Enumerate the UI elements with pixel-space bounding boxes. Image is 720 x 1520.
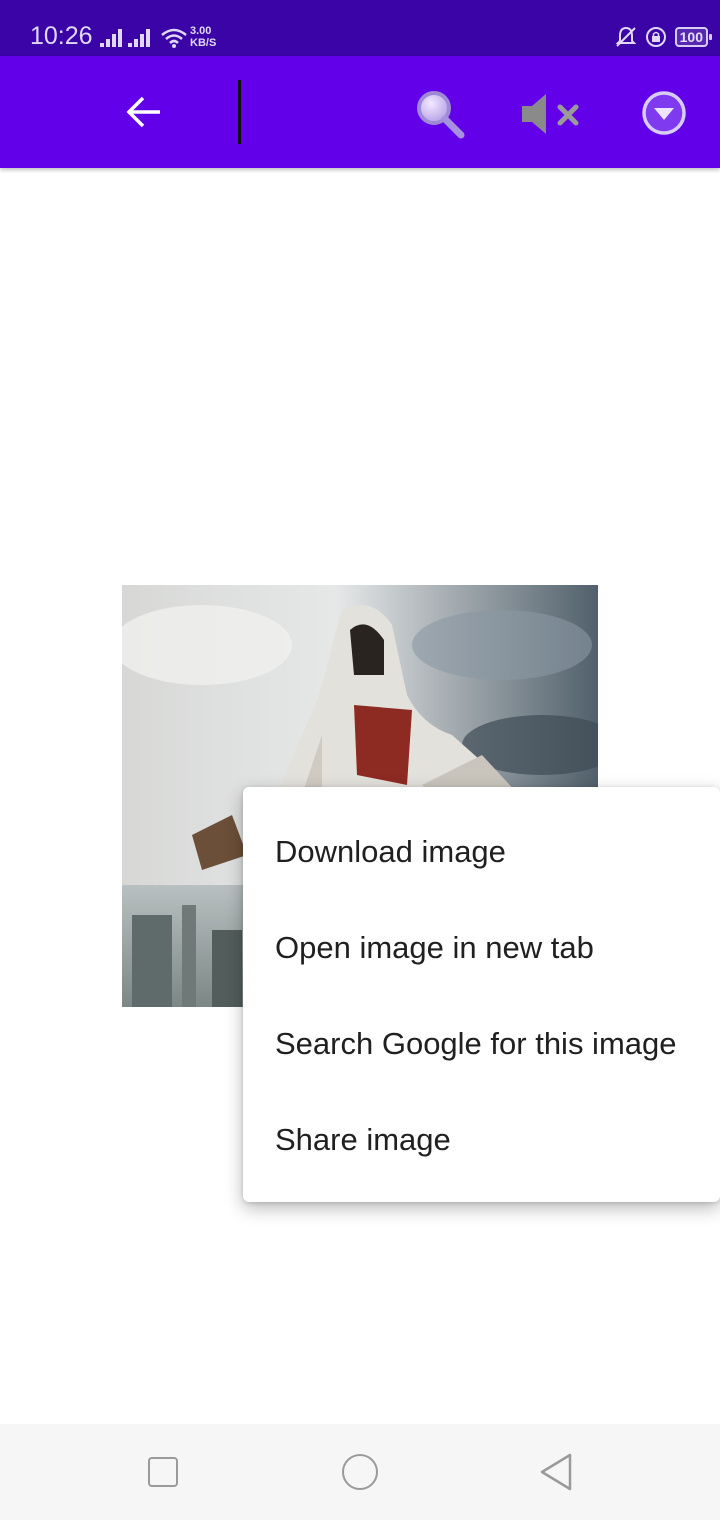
signal-icon: [100, 29, 122, 47]
signal-icon-2: [128, 29, 150, 47]
arrow-left-icon[interactable]: [124, 92, 164, 132]
menu-item-open-image-new-tab[interactable]: Open image in new tab: [275, 930, 594, 966]
navigation-bar: [0, 1424, 720, 1520]
volume-mute-icon[interactable]: [518, 90, 584, 138]
battery-indicator: 100: [674, 27, 713, 47]
context-menu: Download image Open image in new tab Sea…: [243, 787, 720, 1202]
network-speed-value: 3.00: [190, 25, 212, 37]
network-speed: 3.00 KB/S: [190, 25, 216, 49]
notification-off-icon: [615, 26, 637, 47]
search-icon[interactable]: [414, 88, 466, 140]
rotation-lock-icon: [645, 27, 666, 47]
circle-icon[interactable]: [342, 1454, 378, 1490]
menu-item-download-image[interactable]: Download image: [275, 834, 506, 870]
chevron-down-circle-icon[interactable]: [640, 89, 688, 137]
text-cursor: [238, 80, 241, 144]
status-time: 10:26: [30, 22, 93, 50]
square-icon[interactable]: [148, 1457, 178, 1487]
status-bar: 10:26 3.00 KB/S 100: [0, 0, 720, 56]
wifi-icon: [161, 28, 187, 48]
toolbar: [0, 56, 720, 168]
menu-item-search-google-image[interactable]: Search Google for this image: [275, 1026, 677, 1062]
triangle-back-icon[interactable]: [538, 1452, 574, 1492]
network-speed-unit: KB/S: [190, 37, 217, 49]
menu-item-share-image[interactable]: Share image: [275, 1122, 451, 1158]
status-right-icons: 100: [615, 26, 713, 48]
